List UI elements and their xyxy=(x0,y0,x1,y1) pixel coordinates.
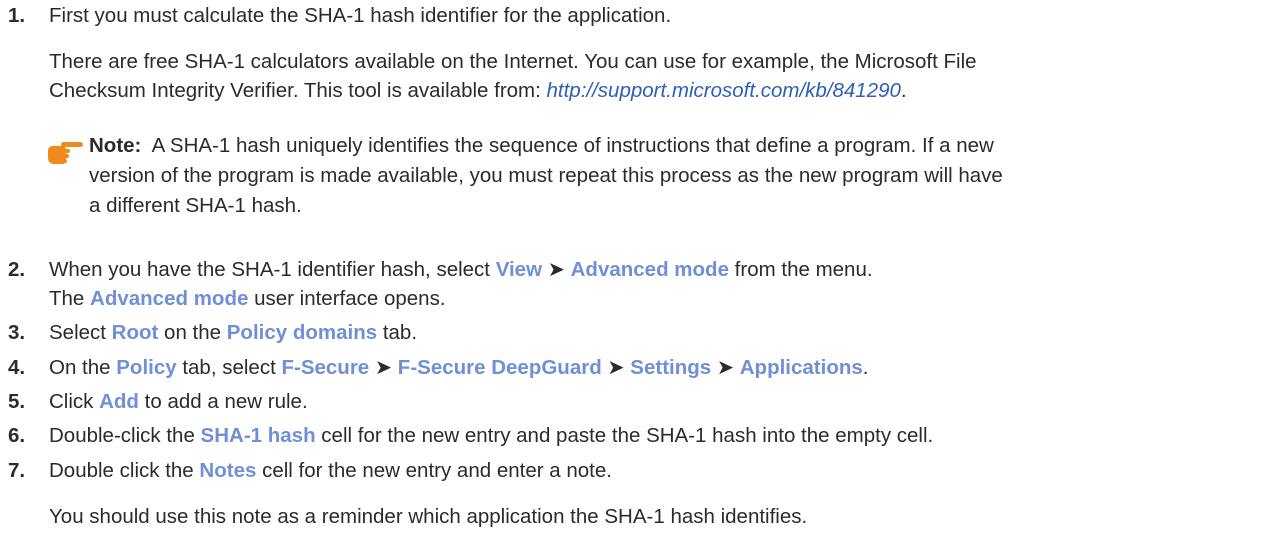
arrow-separator: ➤ xyxy=(369,356,398,379)
step-text: When you have the SHA-1 identifier hash,… xyxy=(49,258,496,281)
step-text: First you must calculate the SHA-1 hash … xyxy=(49,4,672,27)
policy-term: Policy xyxy=(116,356,177,379)
step-text: Click xyxy=(49,390,100,413)
step-number: 5. xyxy=(8,390,26,413)
step-text: Double click the xyxy=(49,459,200,482)
applications-term: Applications xyxy=(739,356,863,379)
step-text: to add a new rule. xyxy=(138,390,308,413)
step-text: cell for the new entry and enter a note. xyxy=(256,459,612,482)
add-term: Add xyxy=(99,390,139,413)
result-text: The xyxy=(49,287,91,310)
step-text: from the menu. xyxy=(728,258,873,281)
step-1-paragraph-line-1: There are free SHA-1 calculators availab… xyxy=(49,50,977,73)
f-secure-term: F-Secure xyxy=(281,356,370,379)
step-text: tab, select xyxy=(176,356,282,379)
step-number: 6. xyxy=(8,424,26,447)
step-number: 1. xyxy=(8,4,26,27)
pointing-hand-icon xyxy=(48,142,83,164)
settings-term: Settings xyxy=(630,356,712,379)
note-line-3: a different SHA-1 hash. xyxy=(89,194,302,217)
step-number: 3. xyxy=(8,321,26,344)
step-text: Select xyxy=(49,321,112,344)
step-number: 4. xyxy=(8,356,26,379)
step-1: 1. First you must calculate the SHA-1 has… xyxy=(8,1,671,31)
step-number: 7. xyxy=(8,459,26,482)
note-line-1: Note: A SHA-1 hash uniquely identifies t… xyxy=(89,131,994,161)
step-2-result: The Advanced mode user interface opens. xyxy=(49,284,446,314)
menu-view: View xyxy=(495,258,543,281)
notes-term: Notes xyxy=(199,459,257,482)
microsoft-kb-link[interactable]: http://support.microsoft.com/kb/841290 xyxy=(547,79,901,102)
arrow-separator: ➤ xyxy=(542,258,571,281)
step-text: Double-click the xyxy=(49,424,201,447)
step-3: 3. Select Root on the Policy domains tab. xyxy=(8,318,417,348)
step-1-paragraph-line-2: Checksum Integrity Verifier. This tool i… xyxy=(49,76,907,106)
note-label: Note: xyxy=(89,134,142,157)
f-secure-deepguard-term: F-Secure DeepGuard xyxy=(397,356,602,379)
root-term: Root xyxy=(111,321,159,344)
step-5: 5. Click Add to add a new rule. xyxy=(8,387,308,417)
sha1-hash-term: SHA-1 hash xyxy=(200,424,316,447)
step-number: 2. xyxy=(8,258,26,281)
step-text: cell for the new entry and paste the SHA… xyxy=(315,424,934,447)
step-7: 7. Double click the Notes cell for the ne… xyxy=(8,456,612,486)
step-2: 2. When you have the SHA-1 identifier has… xyxy=(8,255,873,285)
menu-advanced-mode: Advanced mode xyxy=(570,258,729,281)
note-text: A SHA-1 hash uniquely identifies the seq… xyxy=(151,134,994,157)
result-text: user interface opens. xyxy=(248,287,446,310)
step-6: 6. Double-click the SHA-1 hash cell for t… xyxy=(8,421,933,451)
step-4: 4. On the Policy tab, select F-Secure ➤ F… xyxy=(8,353,868,383)
note-line-2: version of the program is made available… xyxy=(89,164,1003,187)
step-text: . xyxy=(862,356,869,379)
step-text: on the xyxy=(158,321,227,344)
step-text: tab. xyxy=(377,321,418,344)
paragraph-text: Checksum Integrity Verifier. This tool i… xyxy=(49,79,547,102)
arrow-separator: ➤ xyxy=(711,356,740,379)
advanced-mode-term: Advanced mode xyxy=(90,287,249,310)
policy-domains-term: Policy domains xyxy=(226,321,378,344)
paragraph-text: . xyxy=(900,79,907,102)
step-text: On the xyxy=(49,356,117,379)
arrow-separator: ➤ xyxy=(601,356,631,379)
step-7-paragraph: You should use this note as a reminder w… xyxy=(49,505,808,528)
